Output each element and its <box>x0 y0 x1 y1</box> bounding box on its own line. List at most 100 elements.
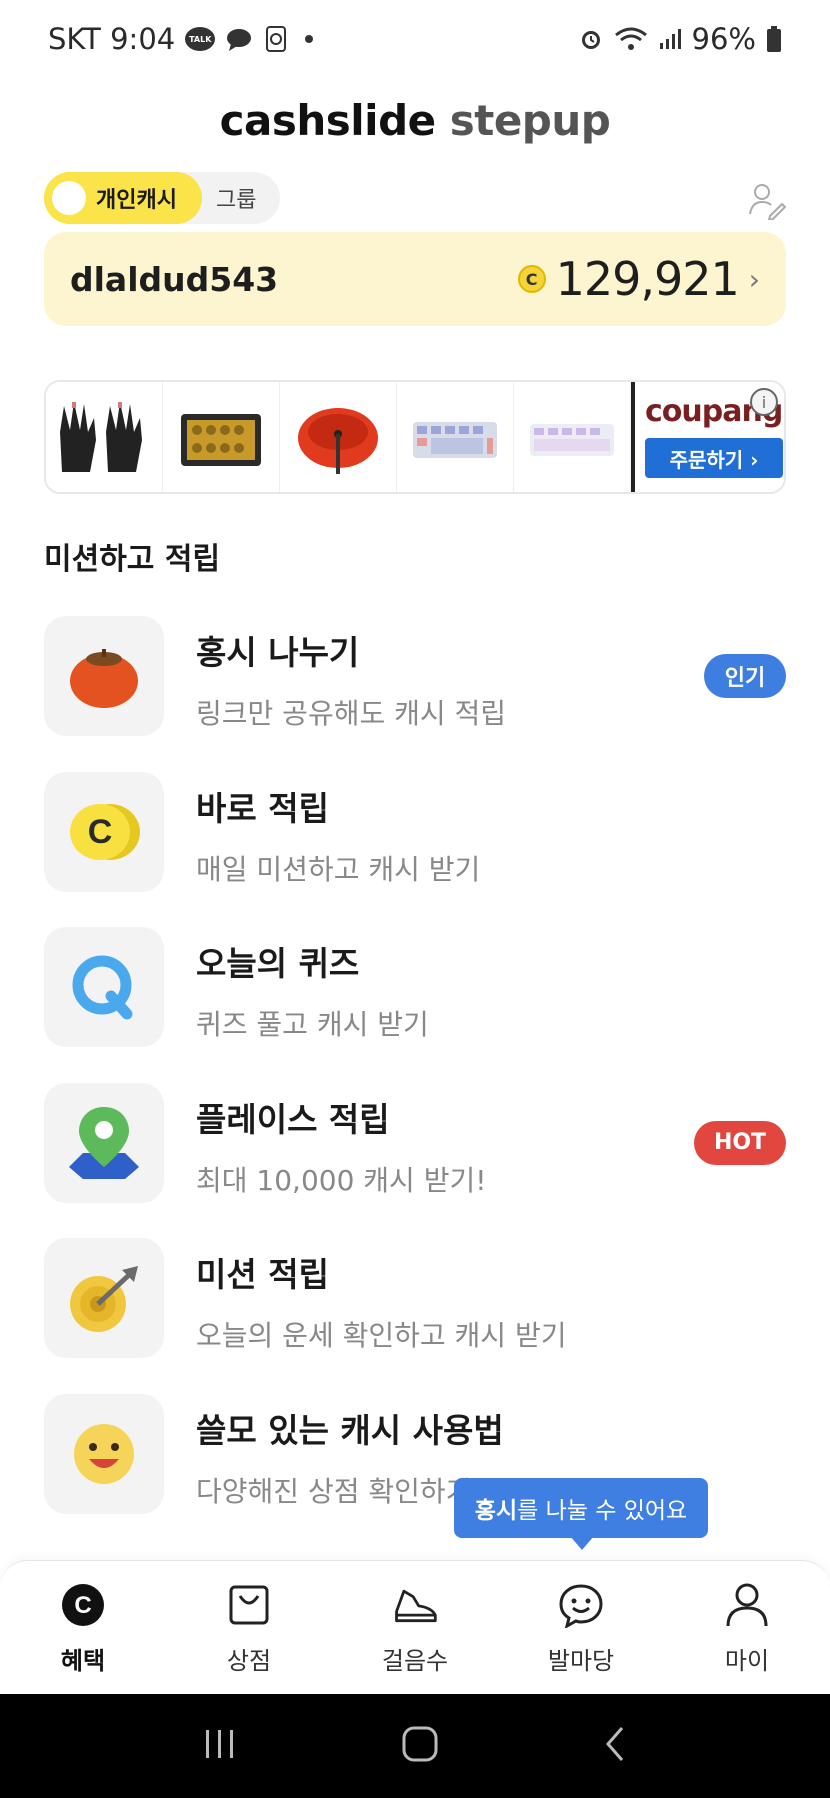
tooltip-arrow <box>570 1536 594 1550</box>
back-icon[interactable] <box>600 1724 630 1768</box>
toggle-group[interactable]: 그룹 <box>216 182 256 214</box>
cash-type-toggle[interactable]: 개인캐시 그룹 <box>44 172 280 224</box>
chevron-right-icon: › <box>748 262 760 296</box>
svg-text:C: C <box>88 813 113 851</box>
tab-benefits[interactable]: C 혜택 <box>0 1561 166 1694</box>
ad-info-icon[interactable]: i <box>750 388 778 416</box>
tooltip-text: 를 나눌 수 있어요 <box>517 1498 688 1524</box>
tab-label: 걸음수 <box>381 1647 449 1675</box>
mission-icon-box <box>44 927 164 1047</box>
target-icon <box>70 1266 138 1332</box>
tab-community[interactable]: 발마당 <box>498 1561 664 1694</box>
username: dlaldud543 <box>70 259 279 299</box>
coupang-order-button[interactable]: 주문하기 › <box>645 438 783 478</box>
mission-text: 미션 적립 오늘의 운세 확인하고 캐시 받기 <box>196 1238 566 1354</box>
ad-product-keyboard-1[interactable] <box>397 382 514 492</box>
tab-label: 발마당 <box>547 1647 615 1675</box>
mission-text: 홍시 나누기 링크만 공유해도 캐시 적립 <box>196 616 506 732</box>
persimmon-icon <box>70 649 138 708</box>
shopping-bag-icon <box>225 1581 273 1629</box>
mission-subtitle: 퀴즈 풀고 캐시 받기 <box>196 1008 429 1041</box>
mission-text: 오늘의 퀴즈 퀴즈 풀고 캐시 받기 <box>196 927 429 1043</box>
quiz-q-icon <box>72 955 133 1020</box>
profile-edit-icon[interactable] <box>746 180 787 222</box>
mission-subtitle: 링크만 공유해도 캐시 적립 <box>196 697 507 730</box>
section-title: 미션하고 적립 <box>44 542 221 577</box>
app-title: cashslide stepup <box>0 96 830 145</box>
mission-list: 홍시 나누기 링크만 공유해도 캐시 적립 인기 C 바로 적립 매일 미션하고… <box>44 616 786 1549</box>
popular-badge: 인기 <box>704 654 786 698</box>
kakaotalk-icon: TALK <box>185 27 216 51</box>
cash-balance-card[interactable]: dlaldud543 C 129,921 › <box>44 232 786 326</box>
cash-balance: C 129,921 › <box>517 252 760 306</box>
tab-label: 마이 <box>724 1647 770 1675</box>
mission-text: 플레이스 적립 최대 10,000 캐시 받기! <box>196 1083 486 1199</box>
mission-title: 홍시 나누기 <box>196 633 360 672</box>
ad-product-saw[interactable] <box>280 382 397 492</box>
mission-subtitle: 최대 10,000 캐시 받기! <box>196 1163 487 1197</box>
mission-icon-box <box>44 616 164 736</box>
brand-stepup: stepup <box>449 96 611 145</box>
mission-instant-earn[interactable]: C 바로 적립 매일 미션하고 캐시 받기 <box>44 771 786 928</box>
ad-product-toolbox[interactable] <box>163 382 280 492</box>
toolbox-icon <box>181 414 261 466</box>
tab-shop[interactable]: 상점 <box>166 1561 332 1694</box>
tab-my[interactable]: 마이 <box>664 1561 830 1694</box>
home-icon[interactable] <box>400 1724 440 1768</box>
system-nav-bar <box>0 1694 830 1798</box>
svg-text:C: C <box>74 1592 91 1619</box>
mission-icon-box <box>44 1082 164 1203</box>
hot-badge: HOT <box>694 1120 786 1165</box>
battery-icon <box>766 25 782 53</box>
coin-icon: C <box>517 265 546 293</box>
wifi-icon <box>614 26 648 52</box>
map-pin-icon <box>69 1106 139 1179</box>
saw-blade-icon <box>298 408 378 474</box>
ad-coupang[interactable]: coupang 주문하기 › i <box>631 382 784 492</box>
status-left: SKT 9:04 TALK <box>48 22 314 56</box>
battery-percent: 96% <box>691 22 756 56</box>
chat-bubbles-icon <box>225 26 255 52</box>
mission-subtitle: 매일 미션하고 캐시 받기 <box>196 852 481 886</box>
ad-banner[interactable]: coupang 주문하기 › i <box>44 380 786 494</box>
app-notification-icon <box>265 25 287 53</box>
keyboard-icon <box>413 422 497 458</box>
tab-steps[interactable]: 걸음수 <box>332 1561 498 1694</box>
toggle-personal-cash[interactable]: 개인캐시 <box>44 172 202 224</box>
keyboard-icon <box>530 424 614 456</box>
signal-icon <box>658 27 682 51</box>
mission-icon-box: C <box>44 771 164 892</box>
tooltip-bold: 홍시 <box>474 1498 518 1524</box>
mission-title: 바로 적립 <box>196 788 329 828</box>
smile-icon <box>74 1423 134 1484</box>
mission-title: 쓸모 있는 캐시 사용법 <box>196 1410 504 1450</box>
mission-persimmon-share[interactable]: 홍시 나누기 링크만 공유해도 캐시 적립 인기 <box>44 616 786 772</box>
mission-subtitle: 오늘의 운세 확인하고 캐시 받기 <box>196 1319 567 1352</box>
ad-product-gloves[interactable] <box>46 382 163 492</box>
sneaker-icon <box>391 1581 439 1629</box>
mission-daily-quiz[interactable]: 오늘의 퀴즈 퀴즈 풀고 캐시 받기 <box>44 927 786 1083</box>
toggle-personal-label: 개인캐시 <box>96 188 177 213</box>
tab-label: 혜택 <box>60 1647 106 1675</box>
notification-dot-icon <box>305 35 314 43</box>
cash-c-icon: C <box>59 1581 107 1629</box>
toggle-knob <box>52 181 86 215</box>
coin-icon: C <box>70 803 140 860</box>
share-persimmon-tooltip[interactable]: 홍시 를 나눌 수 있어요 <box>454 1478 708 1538</box>
cash-amount: 129,921 <box>555 252 740 306</box>
status-bar: SKT 9:04 TALK 96% <box>0 0 830 78</box>
mission-title: 플레이스 적립 <box>196 1099 390 1139</box>
recent-apps-icon[interactable] <box>200 1726 240 1766</box>
talk-label: TALK <box>185 27 216 51</box>
mission-title: 미션 적립 <box>196 1255 329 1294</box>
mission-icon-box <box>44 1238 164 1358</box>
mission-title: 오늘의 퀴즈 <box>196 944 360 983</box>
tab-label: 상점 <box>226 1647 272 1675</box>
mission-place-earn[interactable]: 플레이스 적립 최대 10,000 캐시 받기! HOT <box>44 1082 786 1239</box>
mission-fortune[interactable]: 미션 적립 오늘의 운세 확인하고 캐시 받기 <box>44 1238 786 1394</box>
carrier-time: SKT 9:04 <box>48 22 176 56</box>
chat-smile-icon <box>557 1581 605 1629</box>
status-right: 96% <box>578 22 782 56</box>
ad-product-keyboard-2[interactable] <box>514 382 631 492</box>
person-icon <box>723 1581 771 1629</box>
